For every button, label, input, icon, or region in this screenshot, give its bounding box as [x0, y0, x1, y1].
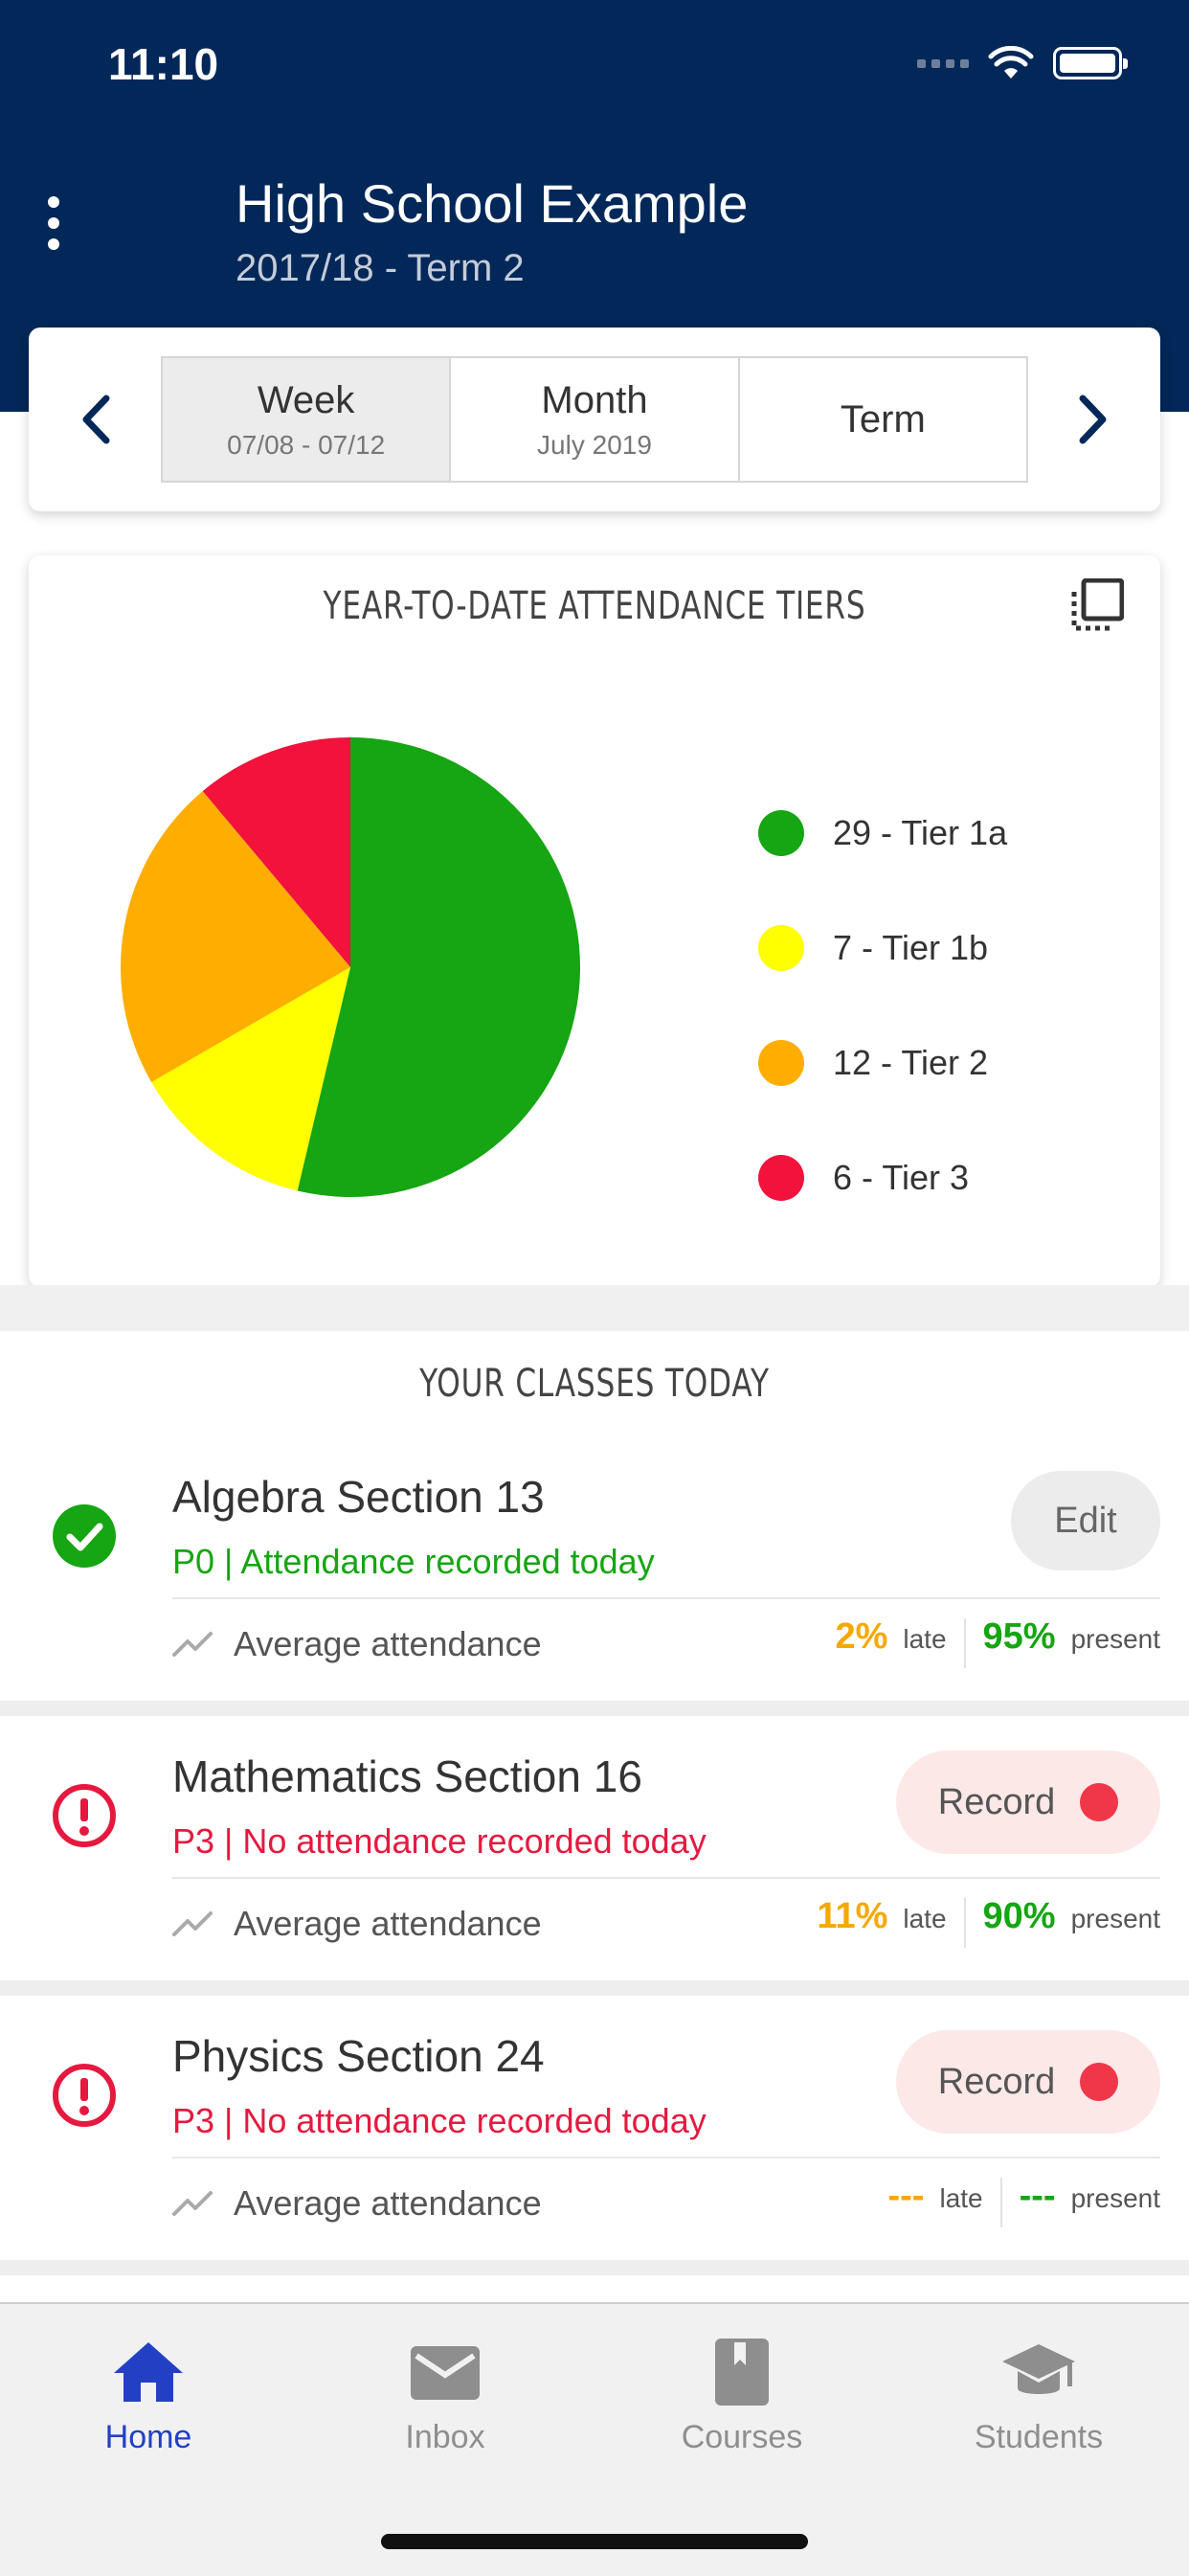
trend-icon [172, 2191, 213, 2216]
attendance-stats: --- late --- present [887, 2176, 1160, 2229]
late-label: late [903, 1624, 947, 1654]
chart-title: YEAR-TO-DATE ATTENDANCE TIERS [323, 584, 866, 628]
legend-swatch-0 [758, 810, 804, 856]
edit-attendance-button[interactable]: Edit [1011, 1471, 1160, 1570]
legend-swatch-1 [758, 925, 804, 971]
late-percent: 11% [817, 1896, 888, 1936]
attendance-stats: 11% late 90% present [817, 1896, 1160, 1950]
divider [172, 1877, 1160, 1879]
tab-month[interactable]: Month July 2019 [451, 358, 740, 481]
tab-inbox[interactable]: Inbox [297, 2339, 594, 2456]
class-name: Physics Section 24 [172, 2031, 545, 2081]
chevron-right-icon [1079, 395, 1107, 444]
cellular-signal-icon [917, 58, 969, 68]
mail-icon [411, 2346, 480, 2400]
tab-week[interactable]: Week 07/08 - 07/12 [163, 358, 452, 481]
present-label: present [1070, 1904, 1160, 1933]
record-dot-icon [1080, 1783, 1119, 1821]
class-status: P3 | No attendance recorded today [172, 2101, 707, 2140]
present-percent: --- [1019, 2176, 1056, 2216]
legend-label-3: 6 - Tier 3 [833, 1158, 970, 1197]
more-menu-button[interactable] [42, 196, 65, 250]
present-label: present [1070, 1624, 1160, 1654]
present-percent: 95% [982, 1616, 1056, 1657]
divider [172, 2157, 1160, 2158]
chart-legend: 29 - Tier 1a 7 - Tier 1b 12 - Tier 2 6 - Ti… [758, 776, 1007, 1235]
legend-item-0: 29 - Tier 1a [758, 776, 1007, 891]
chevron-left-icon [82, 395, 110, 444]
status-time: 11:10 [108, 39, 219, 89]
legend-swatch-2 [758, 1040, 804, 1086]
average-attendance-label: Average attendance [234, 2183, 542, 2223]
status-indicators [917, 46, 1128, 80]
present-label: present [1070, 2183, 1160, 2213]
class-status: P0 | Attendance recorded today [172, 1542, 655, 1581]
late-label: late [939, 2183, 983, 2213]
home-indicator [381, 2534, 808, 2549]
legend-item-1: 7 - Tier 1b [758, 891, 1007, 1006]
trend-icon [172, 1911, 213, 1936]
battery-icon [1053, 47, 1128, 79]
class-item-physics[interactable]: Physics Section 24 P3 | No attendance re… [0, 1996, 1189, 2260]
period-segmented-control: Week 07/08 - 07/12 Month July 2019 Term [161, 356, 1028, 483]
classes-section-title: YOUR CLASSES TODAY [419, 1362, 770, 1406]
tab-students[interactable]: Students [890, 2339, 1187, 2456]
graduation-cap-icon [1002, 2344, 1075, 2394]
trend-icon [172, 1632, 213, 1657]
legend-swatch-3 [758, 1155, 804, 1201]
tab-home[interactable]: Home [0, 2339, 297, 2456]
alert-circle-icon [52, 2063, 117, 2133]
school-title: High School Example [236, 173, 749, 234]
late-label: late [903, 1904, 947, 1933]
legend-label-1: 7 - Tier 1b [833, 928, 989, 967]
record-attendance-button[interactable]: Record [896, 1751, 1160, 1854]
divider [172, 1597, 1160, 1599]
record-attendance-button[interactable]: Record [896, 2030, 1160, 2134]
attendance-pie-chart [121, 737, 580, 1197]
late-percent: 2% [835, 1616, 888, 1657]
record-dot-icon [1080, 2063, 1119, 2101]
legend-item-3: 6 - Tier 3 [758, 1120, 1007, 1235]
copy-icon[interactable] [1070, 577, 1125, 637]
present-percent: 90% [982, 1896, 1056, 1936]
legend-label-0: 29 - Tier 1a [833, 813, 1008, 852]
school-term: 2017/18 - Term 2 [236, 247, 525, 289]
class-name: Algebra Section 13 [172, 1472, 545, 1522]
alert-circle-icon [52, 1783, 117, 1853]
next-period-button[interactable] [1065, 389, 1122, 450]
class-name: Mathematics Section 16 [172, 1751, 642, 1801]
previous-period-button[interactable] [67, 389, 124, 450]
tab-courses[interactable]: Courses [594, 2339, 890, 2456]
late-percent: --- [887, 2176, 925, 2216]
attendance-stats: 2% late 95% present [835, 1616, 1160, 1670]
class-item-algebra[interactable]: Algebra Section 13 P0 | Attendance recor… [0, 1436, 1189, 1701]
average-attendance-label: Average attendance [234, 1624, 542, 1663]
check-circle-icon [52, 1503, 117, 1573]
attendance-tiers-card: YEAR-TO-DATE ATTENDANCE TIERS 29 - Tier … [29, 555, 1160, 1287]
home-icon [114, 2342, 183, 2402]
average-attendance-label: Average attendance [234, 1904, 542, 1943]
class-status: P3 | No attendance recorded today [172, 1821, 707, 1861]
class-item-mathematics[interactable]: Mathematics Section 16 P3 | No attendanc… [0, 1716, 1189, 1980]
legend-item-2: 12 - Tier 2 [758, 1006, 1007, 1120]
book-icon [715, 2339, 769, 2406]
wifi-icon [988, 46, 1034, 79]
tab-term[interactable]: Term [740, 358, 1026, 481]
period-selector-card: Week 07/08 - 07/12 Month July 2019 Term [29, 328, 1160, 511]
section-spacer [0, 1285, 1189, 1331]
legend-label-2: 12 - Tier 2 [833, 1043, 989, 1082]
